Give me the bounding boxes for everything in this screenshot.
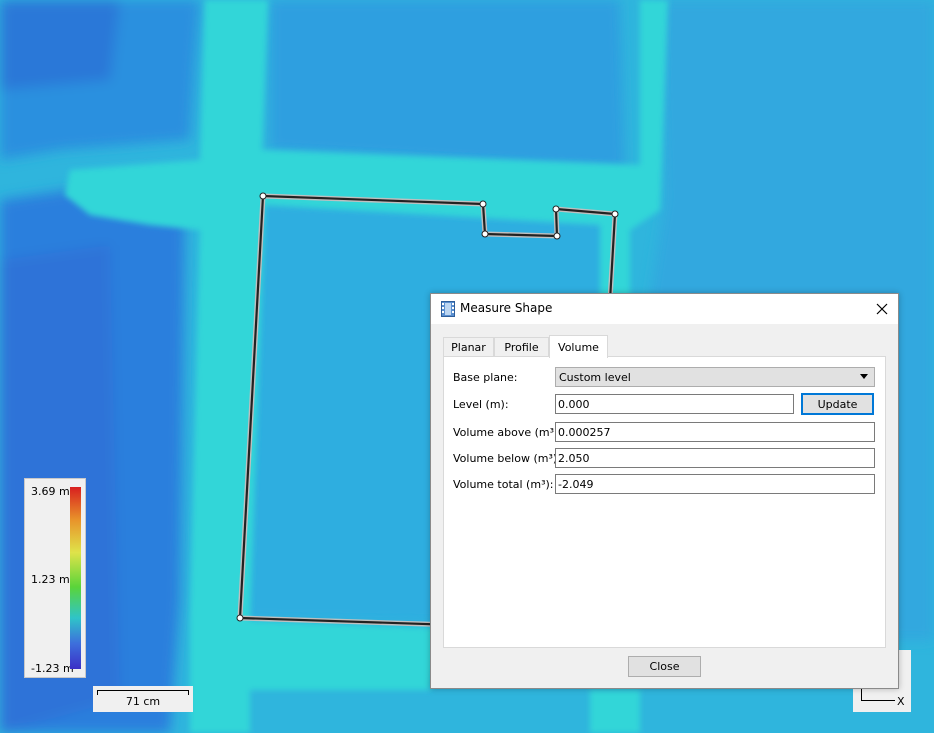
base-plane-select[interactable]: Custom level (555, 367, 875, 387)
measure-shape-dialog: Measure Shape Planar Profile Volume Base… (430, 293, 899, 689)
volume-above-label: Volume above (m³): (453, 426, 563, 439)
legend-color-ramp (70, 487, 81, 669)
legend-max-label: 3.69 m (31, 485, 70, 498)
volume-below-field[interactable]: 2.050 (555, 448, 875, 468)
axis-x-label: X (897, 695, 905, 708)
volume-below-label: Volume below (m³): (453, 452, 561, 465)
legend-mid-label: 1.23 m (31, 573, 70, 586)
volume-above-field[interactable]: 0.000257 (555, 422, 875, 442)
elevation-legend: 3.69 m 1.23 m -1.23 m (24, 478, 86, 678)
volume-panel: Base plane: Custom level Level (m): 0.00… (443, 356, 886, 648)
film-strip-icon (441, 301, 455, 317)
tab-profile[interactable]: Profile (494, 337, 549, 357)
tab-planar[interactable]: Planar (443, 337, 494, 357)
level-input[interactable]: 0.000 (555, 394, 794, 414)
base-plane-value: Custom level (559, 370, 631, 384)
legend-min-label: -1.23 m (31, 662, 74, 675)
tab-volume[interactable]: Volume (549, 335, 608, 358)
volume-total-field[interactable]: -2.049 (555, 474, 875, 494)
scale-bar: 71 cm (93, 686, 193, 712)
dialog-titlebar[interactable]: Measure Shape (431, 294, 898, 324)
dialog-title: Measure Shape (460, 301, 553, 315)
update-button[interactable]: Update (801, 393, 874, 415)
base-plane-label: Base plane: (453, 371, 518, 384)
close-icon (876, 303, 888, 315)
dialog-close-button[interactable] (866, 294, 898, 324)
scale-bar-label: 71 cm (125, 695, 161, 708)
chevron-down-icon (860, 374, 868, 379)
close-button[interactable]: Close (628, 656, 701, 677)
axis-x-line (861, 700, 895, 701)
level-label: Level (m): (453, 398, 509, 411)
volume-total-label: Volume total (m³): (453, 478, 554, 491)
